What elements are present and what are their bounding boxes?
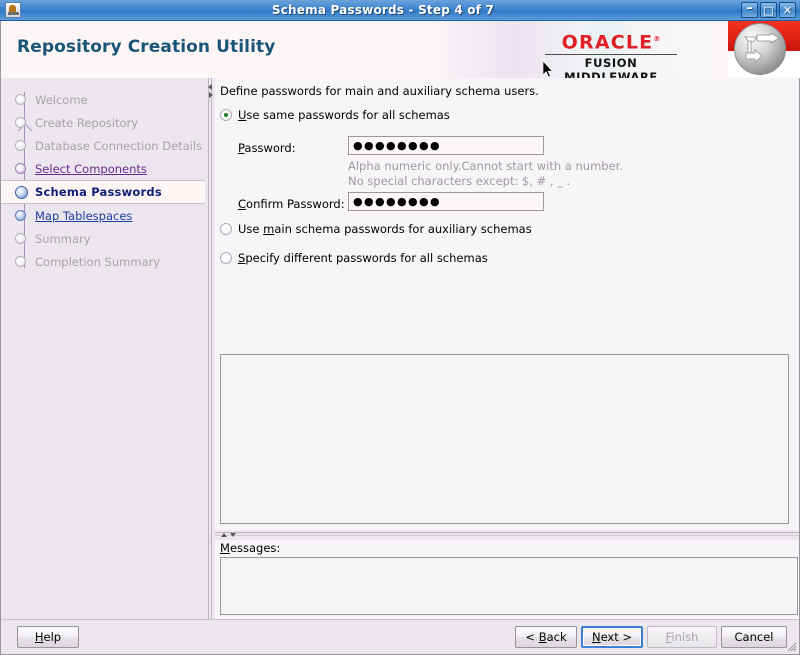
help-button[interactable]: Help [17, 626, 79, 648]
cancel-button[interactable]: Cancel [721, 626, 787, 648]
splitter-collapse-arrows-icon[interactable] [207, 83, 214, 99]
sidebar-item-completion-summary[interactable]: Completion Summary [1, 250, 205, 273]
sidebar-item-welcome[interactable]: Welcome [1, 88, 205, 111]
password-hint-line-1: Alpha numeric only.Cannot start with a n… [348, 159, 623, 173]
splitter-line-secondary [215, 535, 799, 536]
sidebar-item-summary[interactable]: Summary [1, 227, 205, 250]
fusion-middleware-wordmark: FUSION MIDDLEWARE [564, 56, 658, 78]
product-banner: Repository Creation Utility ORACLE® FUSI… [1, 21, 799, 78]
close-icon: ✕ [782, 3, 793, 17]
schema-detail-panel[interactable] [220, 354, 789, 524]
splitter-line [208, 78, 209, 619]
sidebar-item-create-repository[interactable]: Create Repository [1, 111, 205, 134]
radio-specify-different-passwords[interactable]: Specify different passwords for all sche… [220, 251, 488, 265]
radio-label: Use main schema passwords for auxiliary … [238, 222, 532, 236]
radio-use-same-passwords[interactable]: Use same passwords for all schemas [220, 108, 450, 122]
sidebar-item-schema-passwords[interactable]: Schema Passwords [1, 180, 205, 204]
splitter-line [215, 532, 799, 533]
close-button[interactable]: ✕ [779, 2, 796, 18]
sidebar-item-label: Welcome [35, 92, 88, 107]
splitter-collapse-arrows-icon[interactable] [220, 531, 238, 539]
step-bullet-icon [15, 256, 26, 267]
main-content-split: Welcome Create Repository Database Conne… [1, 78, 799, 619]
confirm-password-input[interactable]: ●●●●●●●● [348, 192, 544, 211]
brand-divider [545, 54, 677, 56]
step-content-pane: Define passwords for main and auxiliary … [215, 78, 799, 619]
oracle-brand-block: ORACLE® FUSION MIDDLEWARE [545, 29, 677, 78]
radio-label: Use same passwords for all schemas [238, 108, 450, 122]
messages-output-box[interactable] [220, 557, 798, 615]
password-label: Password: [238, 141, 296, 155]
sidebar-item-label[interactable]: Map Tablespaces [35, 209, 132, 223]
sidebar-item-map-tablespaces[interactable]: Map Tablespaces [1, 204, 205, 227]
minimize-button[interactable]: – [741, 2, 758, 18]
password-input[interactable]: ●●●●●●●● [348, 136, 544, 155]
step-bullet-icon [15, 117, 26, 128]
maximize-button[interactable]: □ [760, 2, 777, 18]
window-title-bar: Schema Passwords - Step 4 of 7 – □ ✕ [0, 0, 800, 21]
password-hint-line-2: No special characters except: $, # , _ . [348, 174, 571, 188]
sidebar-item-label: Summary [35, 231, 91, 246]
radio-use-main-schema-passwords[interactable]: Use main schema passwords for auxiliary … [220, 222, 532, 236]
wizard-step-list: Welcome Create Repository Database Conne… [1, 88, 205, 273]
horizontal-splitter[interactable] [215, 530, 799, 540]
sidebar-item-label: Completion Summary [35, 254, 161, 269]
radio-label: Specify different passwords for all sche… [238, 251, 488, 265]
back-button-label: < Back [525, 630, 567, 644]
next-button[interactable]: Next > [581, 626, 643, 648]
next-button-label: Next > [591, 630, 633, 644]
wizard-step-sidebar: Welcome Create Repository Database Conne… [1, 78, 205, 619]
radio-button-icon-selected[interactable] [220, 109, 232, 121]
minimize-icon: – [746, 1, 753, 16]
radio-button-icon[interactable] [220, 223, 232, 235]
wizard-footer: Help < Back Next > Finish Cancel [1, 619, 799, 654]
step-bullet-icon [15, 140, 26, 151]
window-title: Schema Passwords - Step 4 of 7 [271, 3, 495, 17]
sidebar-item-label: Create Repository [35, 115, 139, 130]
finish-button: Finish [647, 626, 717, 648]
oracle-fusion-middleware-logo [728, 21, 800, 78]
step-bullet-icon [15, 94, 26, 105]
step-bullet-active-icon [15, 185, 28, 199]
window-controls: – □ ✕ [741, 2, 796, 18]
oracle-wordmark: ORACLE® [561, 31, 661, 54]
logo-arrow-icon [744, 33, 780, 63]
cancel-button-label: Cancel [734, 630, 774, 644]
vertical-splitter[interactable] [205, 78, 215, 619]
splitter-line-secondary [211, 78, 212, 619]
step-bullet-icon [15, 233, 26, 244]
window-resize-grip[interactable] [785, 640, 797, 652]
sidebar-item-label: Schema Passwords [35, 185, 162, 199]
java-coffee-cup-icon [5, 2, 21, 18]
back-button[interactable]: < Back [515, 626, 577, 648]
confirm-password-label: Confirm Password: [238, 197, 345, 211]
step-bullet-icon [15, 163, 26, 174]
page-title: Repository Creation Utility [17, 37, 276, 57]
window-menu-button[interactable] [0, 0, 26, 21]
radio-button-icon[interactable] [220, 252, 232, 264]
messages-label: Messages: [220, 541, 281, 555]
registered-trademark-icon: ® [653, 35, 661, 43]
sidebar-item-database-connection-details[interactable]: Database Connection Details [1, 134, 205, 157]
mouse-cursor-icon [543, 61, 554, 78]
finish-button-label: Finish [665, 630, 699, 644]
instruction-text: Define passwords for main and auxiliary … [220, 84, 539, 98]
sidebar-item-select-components[interactable]: Select Components [1, 157, 205, 180]
rcu-application-window: Schema Passwords - Step 4 of 7 – □ ✕ Rep… [0, 0, 800, 655]
password-form-area: Define passwords for main and auxiliary … [215, 78, 799, 530]
sidebar-item-label: Database Connection Details [35, 138, 203, 153]
help-button-label: Help [34, 630, 62, 644]
maximize-icon: □ [763, 3, 774, 17]
step-bullet-icon [15, 210, 26, 221]
sidebar-item-label[interactable]: Select Components [35, 162, 147, 176]
